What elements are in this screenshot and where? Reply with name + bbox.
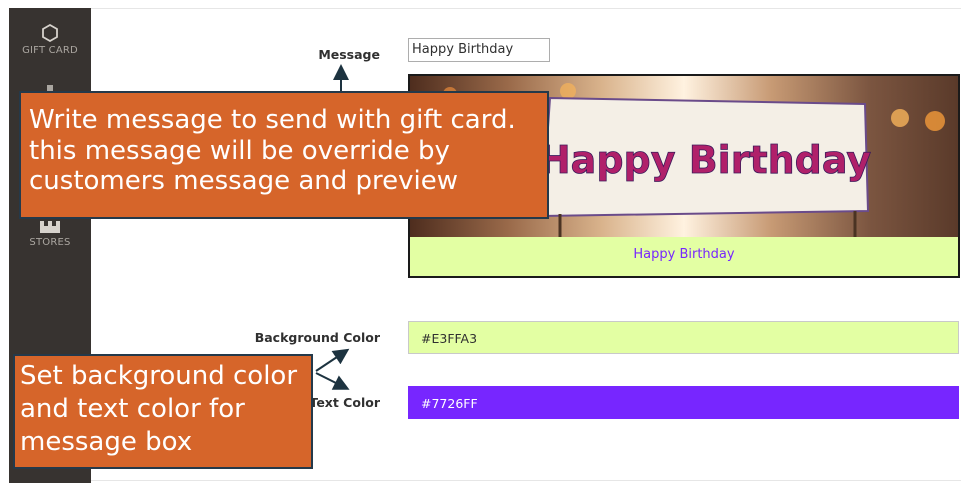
- arrow-to-text-color: [315, 372, 350, 390]
- callout-line: this message will be override by: [29, 135, 450, 166]
- callout-line: customers message and preview: [29, 166, 459, 197]
- callout-line: Set background color: [20, 361, 298, 391]
- arrow-to-background-color: [315, 348, 350, 372]
- callout-line: Write message to send with gift card.: [29, 105, 516, 135]
- message-callout: Write message to send with gift card. th…: [19, 91, 549, 219]
- callout-line: message box: [20, 427, 193, 458]
- color-callout: Set background color and text color for …: [13, 354, 313, 469]
- callout-line: and text color for: [20, 394, 245, 425]
